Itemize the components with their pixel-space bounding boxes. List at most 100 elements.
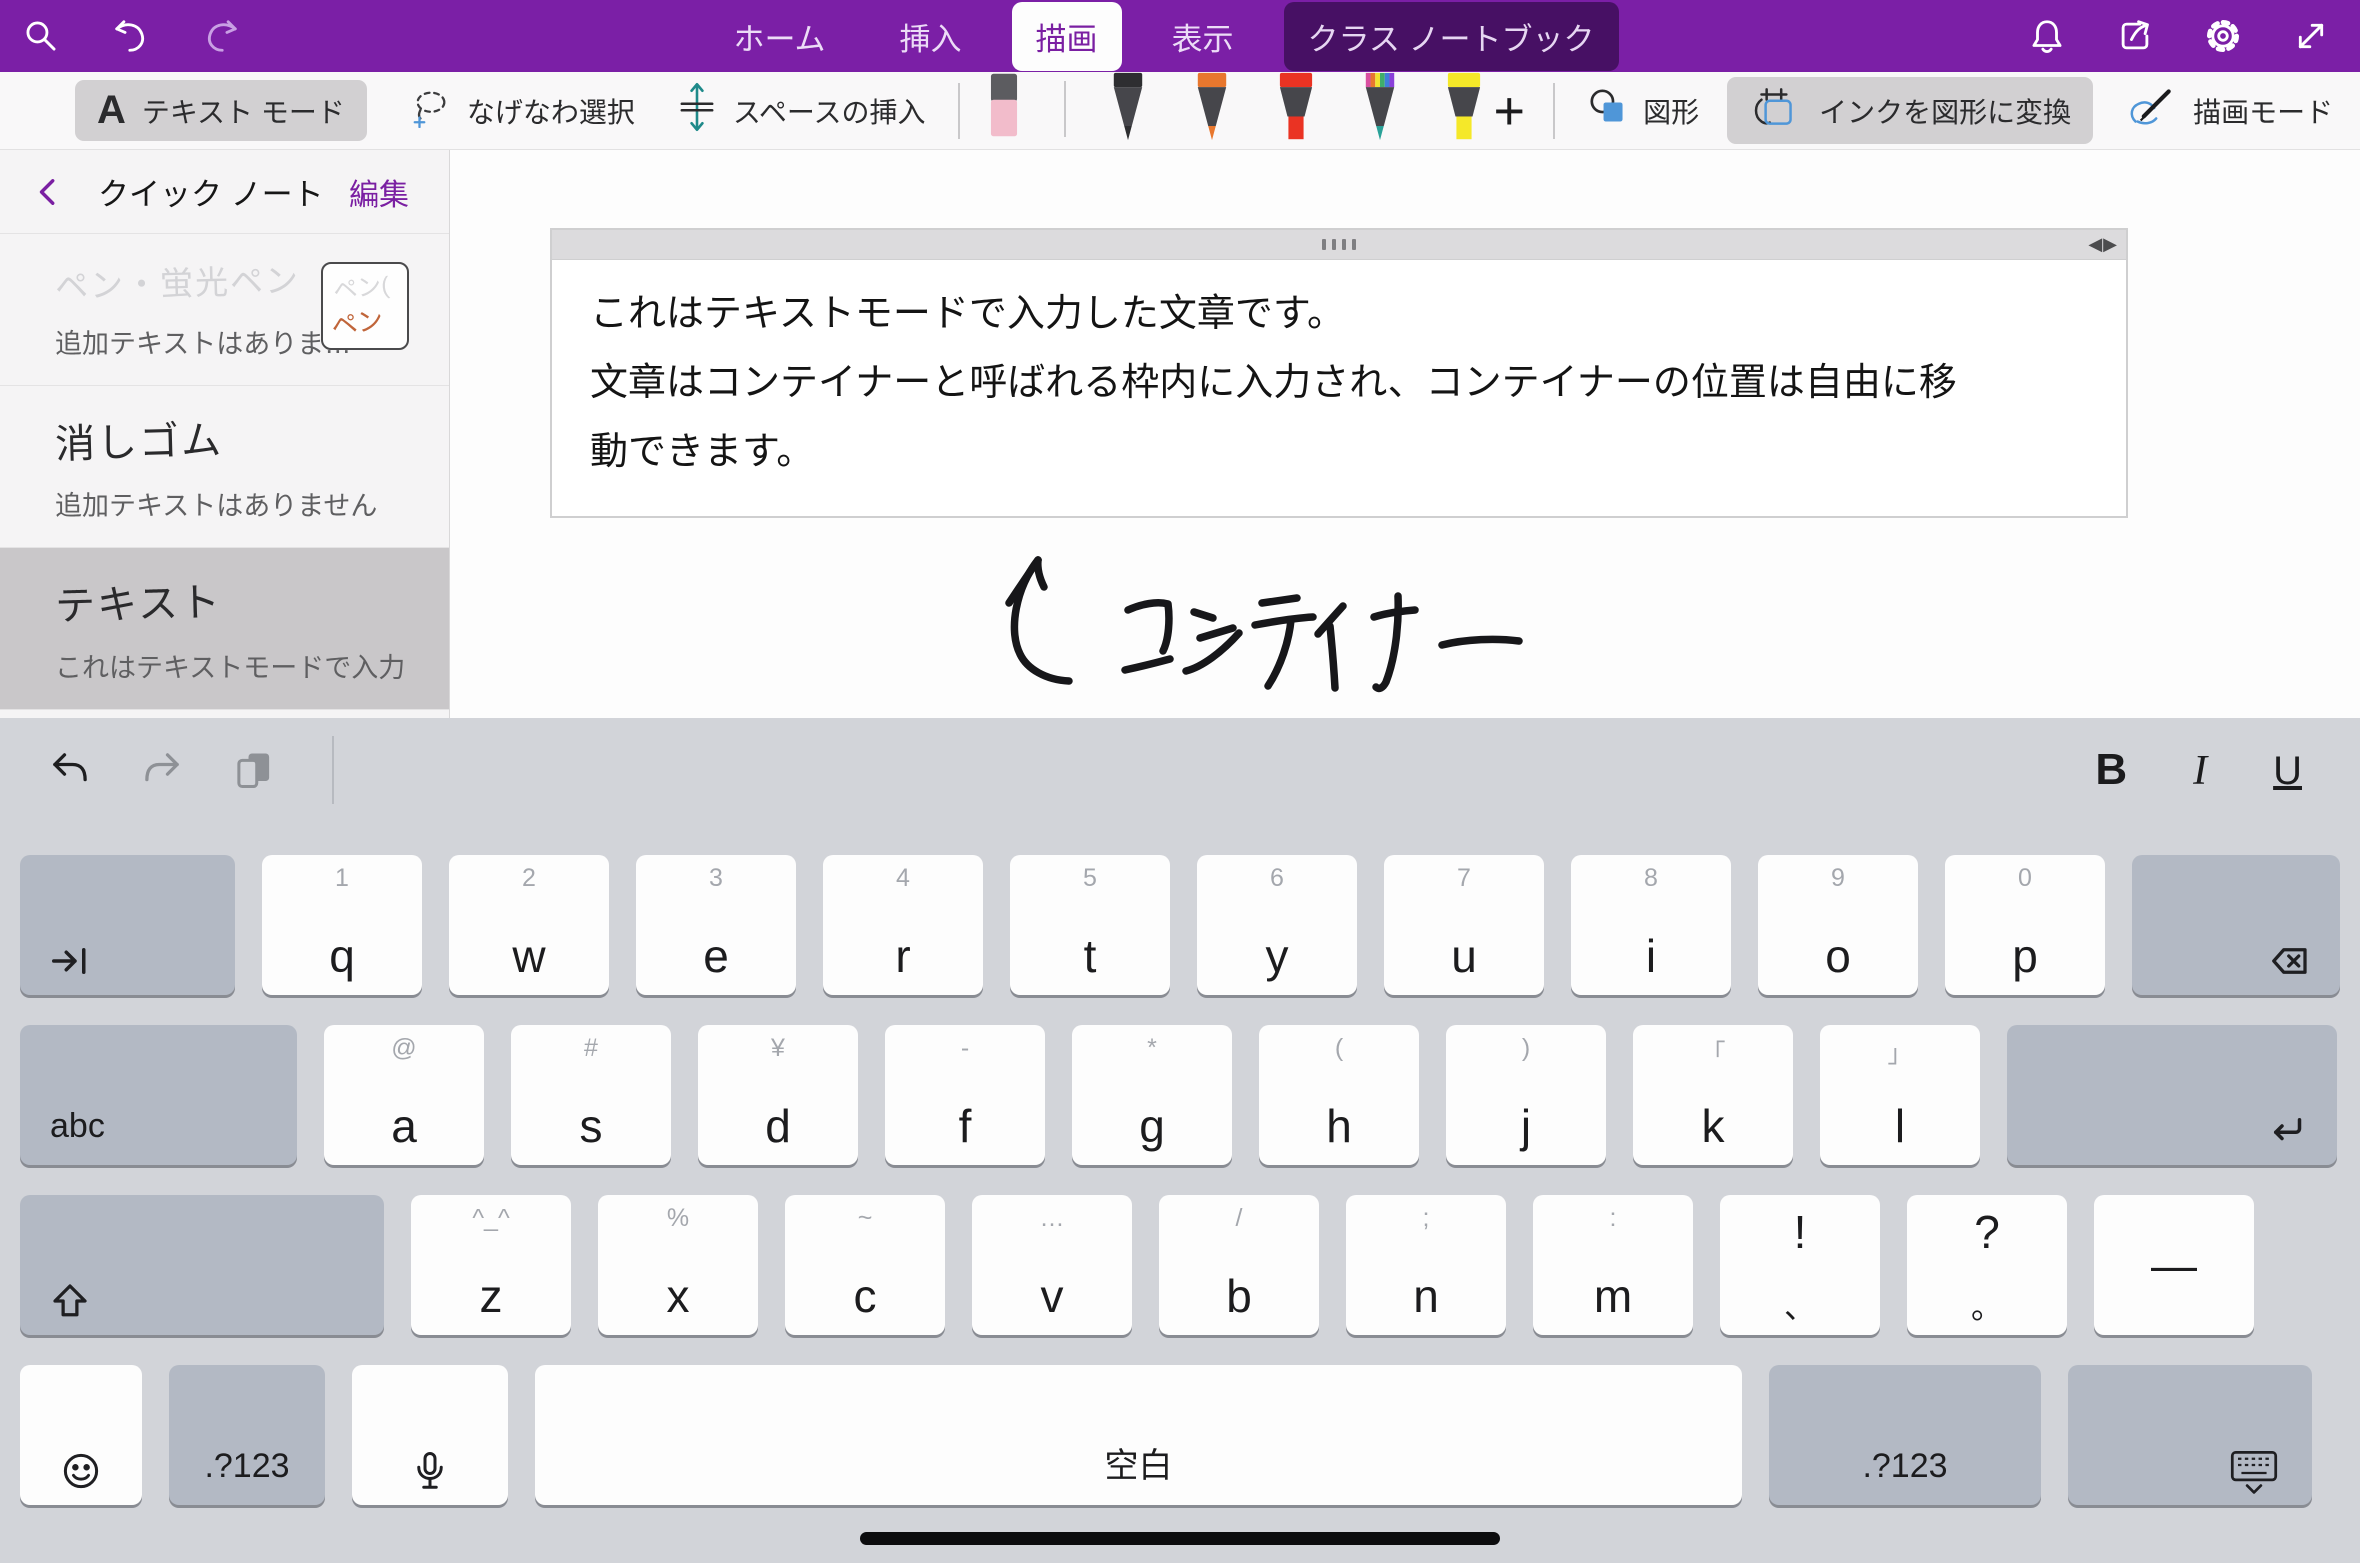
pen-rainbow-tool[interactable]: [1358, 71, 1402, 149]
page-canvas[interactable]: ◀▶ これはテキストモードで入力した文章です。 文章はコンテイナーと呼ばれる枠内…: [450, 150, 2360, 718]
eraser-tool[interactable]: [984, 71, 1024, 149]
shapes-icon: [1589, 88, 1627, 133]
key-sublabel: 7: [1384, 864, 1544, 893]
note-item-1[interactable]: 消しゴム追加テキストはありません: [0, 386, 449, 548]
bold-button[interactable]: B: [2095, 748, 2127, 792]
search-icon[interactable]: [18, 13, 64, 59]
pen-orange-tool[interactable]: [1190, 71, 1234, 149]
key-g[interactable]: *g: [1072, 1025, 1232, 1165]
key-label: x: [667, 1273, 690, 1335]
home-indicator[interactable]: [860, 1532, 1500, 1545]
key-abc[interactable]: abc: [20, 1025, 297, 1165]
key-i[interactable]: 8i: [1571, 855, 1731, 995]
tab-class-notebook[interactable]: クラス ノートブック: [1284, 2, 1619, 71]
key-backspace[interactable]: [2132, 855, 2340, 995]
shapes-button[interactable]: 図形: [1589, 88, 1699, 133]
key-q[interactable]: 1q: [262, 855, 422, 995]
key-x[interactable]: %x: [598, 1195, 758, 1335]
edit-button[interactable]: 編集: [349, 170, 409, 214]
underline-button[interactable]: U: [2273, 751, 2302, 791]
key-u[interactable]: 7u: [1384, 855, 1544, 995]
key-![interactable]: !、: [1720, 1195, 1880, 1335]
undo-icon[interactable]: [108, 13, 154, 59]
key-emoji[interactable]: [20, 1365, 142, 1505]
key-?[interactable]: ?。: [1907, 1195, 2067, 1335]
key-tab[interactable]: [20, 855, 235, 995]
key-numbers-right[interactable]: .?123: [1769, 1365, 2041, 1505]
key-h[interactable]: (h: [1259, 1025, 1419, 1165]
fullscreen-icon[interactable]: [2288, 13, 2334, 59]
container-drag-bar[interactable]: ◀▶: [552, 230, 2126, 260]
key-z[interactable]: ^_^z: [411, 1195, 571, 1335]
lasso-select-button[interactable]: なげなわ選択: [409, 86, 635, 135]
note-snippet: これはテキストモードで入力し…: [55, 646, 409, 685]
note-item-0[interactable]: ペン・蛍光ペン追加テキストはありま…ペン(ペン: [0, 234, 449, 386]
key-d[interactable]: ¥d: [698, 1025, 858, 1165]
draw-mode-button[interactable]: 描画モード: [2123, 85, 2333, 136]
key-sublabel: (: [1259, 1034, 1419, 1063]
tab-draw[interactable]: 描画: [1012, 2, 1122, 71]
text-mode-button[interactable]: A テキスト モード: [75, 80, 367, 141]
key-label: 空白: [1105, 1449, 1173, 1505]
highlighter-red-tool[interactable]: [1274, 71, 1318, 149]
key-shift[interactable]: [20, 1195, 384, 1335]
key-sublabel: 」: [1820, 1034, 1980, 1070]
key-space[interactable]: 空白: [535, 1365, 1742, 1505]
insert-space-button[interactable]: スペースの挿入: [677, 81, 926, 140]
key-sublabel: #: [511, 1034, 671, 1063]
key-m[interactable]: :m: [1533, 1195, 1693, 1335]
tab-home[interactable]: ホーム: [709, 2, 849, 71]
key-r[interactable]: 4r: [823, 855, 983, 995]
handwritten-ink-container-label: [950, 530, 1710, 700]
tab-view[interactable]: 表示: [1148, 2, 1258, 71]
key-label: n: [1413, 1273, 1439, 1335]
add-pen-button[interactable]: +: [1486, 84, 1534, 138]
highlighter-yellow-tool[interactable]: [1442, 71, 1486, 149]
key-f[interactable]: -f: [885, 1025, 1045, 1165]
key-e[interactable]: 3e: [636, 855, 796, 995]
key-o[interactable]: 9o: [1758, 855, 1918, 995]
key-n[interactable]: ;n: [1346, 1195, 1506, 1335]
kb-undo-icon[interactable]: [42, 742, 98, 798]
key-y[interactable]: 6y: [1197, 855, 1357, 995]
notes-sidebar: クイック ノート 編集 ペン・蛍光ペン追加テキストはありま…ペン(ペン消しゴム追…: [0, 150, 450, 718]
text-line: これはテキストモードで入力した文章です。: [590, 280, 2088, 349]
key-label: i: [1646, 933, 1656, 995]
key-mic[interactable]: [352, 1365, 508, 1505]
key-a[interactable]: @a: [324, 1025, 484, 1165]
key-v[interactable]: …v: [972, 1195, 1132, 1335]
container-resize-arrows-icon[interactable]: ◀▶: [2088, 234, 2118, 255]
settings-gear-icon[interactable]: [2200, 13, 2246, 59]
key-p[interactable]: 0p: [1945, 855, 2105, 995]
ink-to-shape-button[interactable]: インクを図形に変換: [1727, 77, 2093, 144]
toolbar-divider: [1553, 83, 1555, 139]
key-k[interactable]: 「k: [1633, 1025, 1793, 1165]
key-b[interactable]: /b: [1159, 1195, 1319, 1335]
key-dismiss[interactable]: [2068, 1365, 2312, 1505]
tab-insert[interactable]: 挿入: [876, 2, 986, 71]
back-chevron-icon[interactable]: [34, 175, 64, 209]
note-title: テキスト: [54, 565, 409, 632]
key-l[interactable]: 」l: [1820, 1025, 1980, 1165]
paste-icon[interactable]: [226, 742, 282, 798]
key-label: b: [1226, 1273, 1252, 1335]
key-numbers-left[interactable]: .?123: [169, 1365, 325, 1505]
key-j[interactable]: )j: [1446, 1025, 1606, 1165]
notifications-bell-icon[interactable]: [2024, 13, 2070, 59]
key-label: t: [1084, 933, 1097, 995]
key-s[interactable]: #s: [511, 1025, 671, 1165]
key-return[interactable]: [2007, 1025, 2337, 1165]
key-—[interactable]: —: [2094, 1195, 2254, 1335]
toolbar-divider: [1064, 81, 1066, 137]
kb-redo-icon[interactable]: [134, 742, 190, 798]
shapes-label: 図形: [1643, 91, 1699, 131]
pen-black-tool[interactable]: [1106, 71, 1150, 149]
key-t[interactable]: 5t: [1010, 855, 1170, 995]
note-item-2[interactable]: テキストこれはテキストモードで入力し…: [0, 548, 449, 710]
key-w[interactable]: 2w: [449, 855, 609, 995]
share-icon[interactable]: [2112, 13, 2158, 59]
italic-button[interactable]: I: [2193, 750, 2207, 792]
key-c[interactable]: ~c: [785, 1195, 945, 1335]
text-note-container[interactable]: ◀▶ これはテキストモードで入力した文章です。 文章はコンテイナーと呼ばれる枠内…: [550, 228, 2128, 518]
redo-icon[interactable]: [198, 13, 244, 59]
